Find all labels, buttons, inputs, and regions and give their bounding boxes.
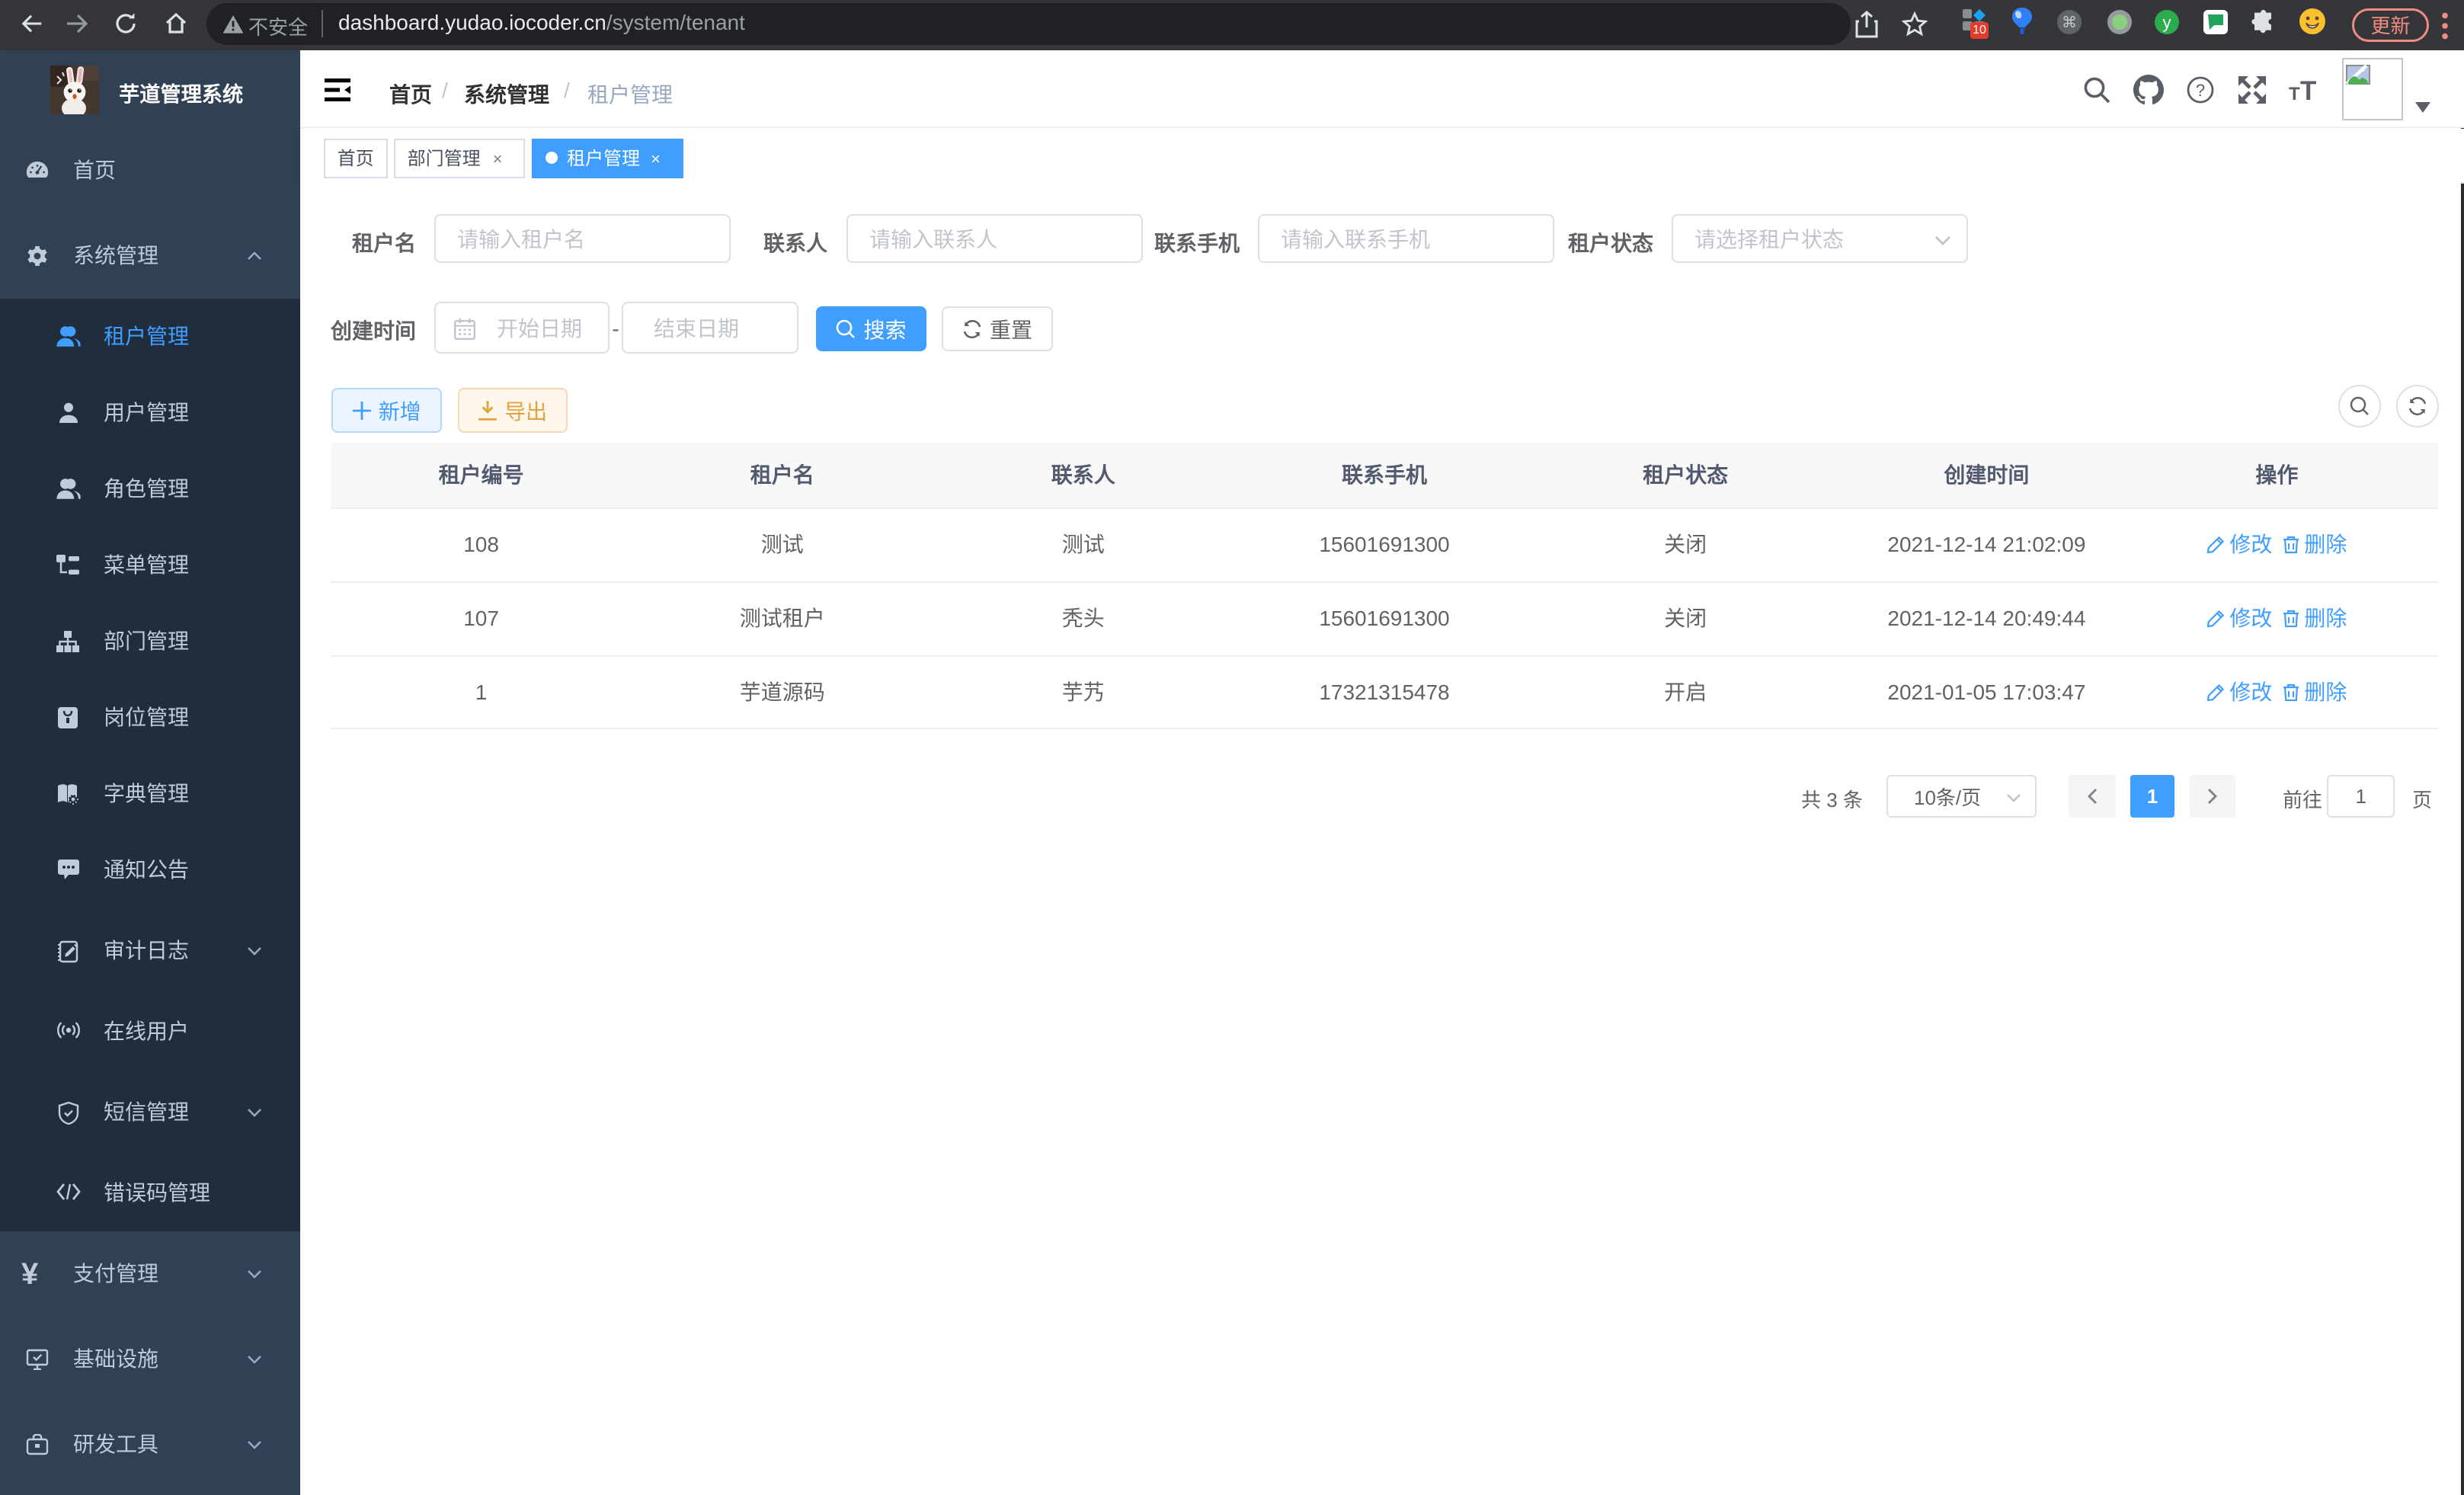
svg-text:?: ? (2196, 81, 2205, 100)
svg-text:T: T (2300, 76, 2316, 104)
svg-text:⌘: ⌘ (2062, 14, 2077, 31)
svg-text:T: T (2289, 84, 2300, 104)
svg-text:y: y (2163, 13, 2171, 32)
